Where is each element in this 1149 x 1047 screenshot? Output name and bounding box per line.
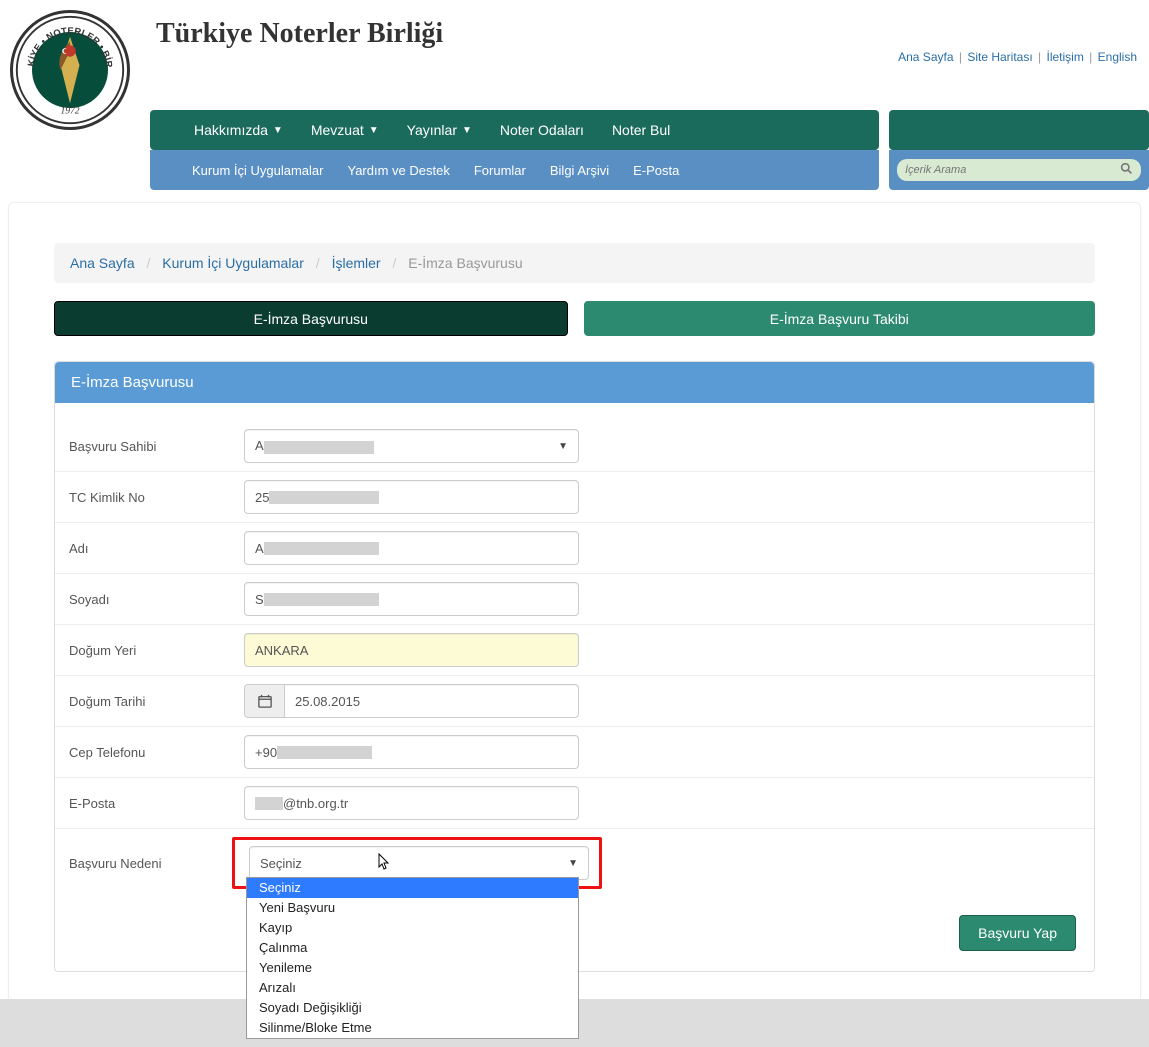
nav-item-publications[interactable]: Yayınlar▼ [393, 110, 486, 150]
label-name: Adı [69, 541, 244, 556]
input-birthplace[interactable] [244, 633, 579, 667]
search-input[interactable] [905, 164, 1120, 176]
reason-option[interactable]: Kayıp [247, 918, 578, 938]
reason-option[interactable]: Soyadı Değişikliği [247, 998, 578, 1018]
reason-option[interactable]: Silinme/Bloke Etme [247, 1018, 578, 1038]
tab-track[interactable]: E-İmza Başvuru Takibi [584, 301, 1096, 336]
input-name[interactable]: A [244, 531, 579, 565]
label-reason: Başvuru Nedeni [69, 856, 244, 871]
caret-down-icon: ▼ [273, 125, 283, 136]
top-links: Ana Sayfa | Site Haritası | İletişim | E… [898, 50, 1137, 64]
reason-option[interactable]: Yeni Başvuru [247, 898, 578, 918]
content-card: Ana Sayfa / Kurum İçi Uygulamalar / İşle… [8, 202, 1141, 1003]
tab-apply[interactable]: E-İmza Başvurusu [54, 301, 568, 336]
reason-option[interactable]: Arızalı [247, 978, 578, 998]
input-birthdate[interactable] [284, 684, 579, 718]
nav-item-about[interactable]: Hakkımızda▼ [180, 110, 297, 150]
form-panel: E-İmza Başvurusu Başvuru Sahibi A ▼ TC K… [54, 361, 1095, 972]
subnav-email[interactable]: E-Posta [621, 150, 691, 190]
reason-option[interactable]: Yenileme [247, 958, 578, 978]
nav-sub: Kurum İçi Uygulamalar Yardım ve Destek F… [150, 150, 879, 190]
reason-option[interactable]: Çalınma [247, 938, 578, 958]
svg-text:1972: 1972 [61, 107, 80, 117]
nav-green-spacer [889, 110, 1149, 150]
label-email: E-Posta [69, 796, 244, 811]
search-icon[interactable] [1120, 162, 1133, 178]
nav-main: Hakkımızda▼ Mevzuat▼ Yayınlar▼ Noter Oda… [150, 110, 879, 150]
crumb-current: E-İmza Başvurusu [408, 255, 522, 271]
caret-down-icon: ▼ [462, 125, 472, 136]
breadcrumb: Ana Sayfa / Kurum İçi Uygulamalar / İşle… [54, 243, 1095, 283]
select-owner[interactable]: A ▼ [244, 429, 579, 463]
calendar-icon[interactable] [244, 684, 284, 718]
subnav-forums[interactable]: Forumlar [462, 150, 538, 190]
label-phone: Cep Telefonu [69, 745, 244, 760]
panel-title: E-İmza Başvurusu [55, 362, 1094, 403]
link-sitemap[interactable]: Site Haritası [967, 50, 1032, 64]
crumb-ops[interactable]: İşlemler [332, 255, 381, 271]
nav-item-legislation[interactable]: Mevzuat▼ [297, 110, 393, 150]
reason-dropdown: Seçiniz Yeni Başvuru Kayıp Çalınma Yenil… [246, 877, 579, 1039]
subnav-help[interactable]: Yardım ve Destek [336, 150, 462, 190]
nav-item-chambers[interactable]: Noter Odaları [486, 110, 598, 150]
label-birthdate: Doğum Tarihi [69, 694, 244, 709]
input-surname[interactable]: S [244, 582, 579, 616]
input-phone[interactable]: +90 [244, 735, 579, 769]
cursor-icon [378, 853, 392, 874]
input-email[interactable]: @tnb.org.tr [244, 786, 579, 820]
label-surname: Soyadı [69, 592, 244, 607]
link-contact[interactable]: İletişim [1046, 50, 1083, 64]
label-birthplace: Doğum Yeri [69, 643, 244, 658]
select-reason[interactable]: Seçiniz ▼ [249, 846, 589, 880]
search-wrap [889, 150, 1149, 190]
crumb-apps[interactable]: Kurum İçi Uygulamalar [162, 255, 304, 271]
site-logo[interactable]: TÜRKİYE • NOTERLER • BİRLİĞİ 1972 [0, 10, 140, 130]
input-tc[interactable]: 25 [244, 480, 579, 514]
submit-button[interactable]: Başvuru Yap [959, 915, 1076, 951]
label-owner: Başvuru Sahibi [69, 439, 244, 454]
label-tc: TC Kimlik No [69, 490, 244, 505]
chevron-down-icon: ▼ [558, 441, 568, 452]
nav-item-find-notary[interactable]: Noter Bul [598, 110, 684, 150]
link-english[interactable]: English [1098, 50, 1137, 64]
subnav-internal-apps[interactable]: Kurum İçi Uygulamalar [180, 150, 336, 190]
caret-down-icon: ▼ [369, 125, 379, 136]
chevron-down-icon: ▼ [568, 858, 578, 869]
crumb-home[interactable]: Ana Sayfa [70, 255, 135, 271]
subnav-archive[interactable]: Bilgi Arşivi [538, 150, 621, 190]
highlight-box: Seçiniz ▼ Seçiniz Yeni Başvuru Kayıp [232, 837, 602, 889]
reason-option[interactable]: Seçiniz [247, 878, 578, 898]
link-home[interactable]: Ana Sayfa [898, 50, 953, 64]
